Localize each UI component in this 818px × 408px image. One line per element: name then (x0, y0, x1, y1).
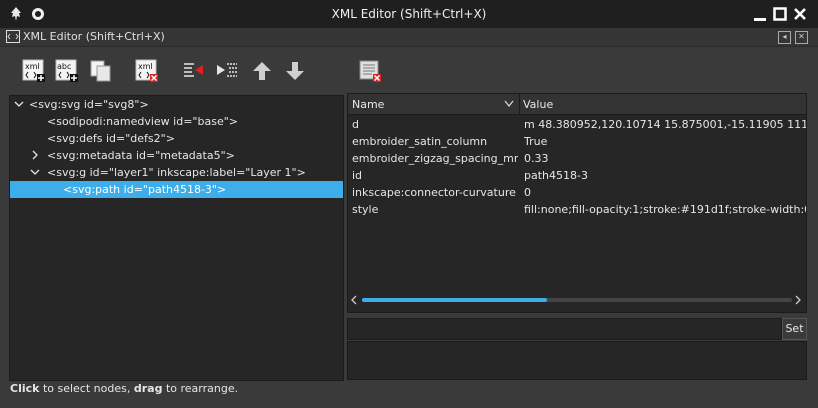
indent-icon (217, 63, 237, 77)
attribute-value[interactable]: fill:none;fill-opacity:1;stroke:#191d1f;… (524, 201, 806, 218)
tree-node-path-selected[interactable]: <svg:path id="path4518-3"> (10, 181, 343, 198)
status-click: Click (10, 382, 40, 395)
attribute-value[interactable]: 0 (524, 184, 531, 201)
sort-chevron-icon[interactable] (504, 100, 514, 108)
tree-node-svg[interactable]: <svg:svg id="svg8"> (10, 96, 343, 113)
close-icon (794, 8, 806, 20)
dock-float-button[interactable]: ◂ (778, 31, 791, 44)
new-element-node-icon: xml (22, 59, 45, 82)
attribute-row[interactable]: embroider_satin_column True (348, 133, 806, 150)
tree-node-layer1[interactable]: <svg:g id="layer1" inkscape:label="Layer… (10, 164, 343, 181)
chevron-down-icon[interactable] (29, 166, 41, 178)
duplicate-node-button[interactable] (89, 59, 113, 83)
status-text-1: to select nodes, (39, 382, 134, 395)
attribute-table-header: Name Value (348, 94, 806, 115)
attribute-value[interactable]: path4518-3 (524, 167, 588, 184)
unindent-node-button[interactable] (182, 59, 206, 83)
tree-node-label: <svg:metadata id="metadata5"> (47, 149, 235, 162)
delete-attribute-button[interactable] (358, 59, 382, 83)
delete-icon-label: xml (138, 62, 153, 71)
raise-node-button[interactable] (250, 59, 274, 83)
scroll-right-icon[interactable] (794, 295, 802, 305)
status-hint: Click to select nodes, drag to rearrange… (10, 382, 238, 395)
delete-node-icon: xml (135, 59, 158, 82)
attribute-value-input[interactable] (347, 318, 782, 340)
attribute-value[interactable]: 0.33 (524, 150, 549, 167)
new-element-node-button[interactable]: xml (22, 59, 46, 83)
tree-node-label: <svg:path id="path4518-3"> (63, 183, 227, 196)
tree-node-label: <svg:defs id="defs2"> (47, 132, 175, 145)
attribute-name: d (352, 118, 359, 131)
new-element-icon-label: xml (25, 62, 40, 71)
attribute-row[interactable]: embroider_zigzag_spacing_mm 0.33 (348, 150, 806, 167)
delete-node-button[interactable]: xml (135, 59, 159, 83)
new-text-node-button[interactable]: abc (55, 59, 79, 83)
horizontal-scrollbar[interactable] (348, 293, 806, 307)
column-separator[interactable] (519, 94, 520, 114)
attribute-row[interactable]: id path4518-3 (348, 167, 806, 184)
attribute-name: id (352, 169, 363, 182)
indent-node-button[interactable] (215, 59, 239, 83)
delete-attribute-icon (359, 60, 381, 82)
dock-header: XML Editor (Shift+Ctrl+X) ◂ ✕ (0, 28, 818, 47)
float-icon: ◂ (782, 32, 787, 41)
column-header-name[interactable]: Name (352, 98, 384, 111)
column-header-value[interactable]: Value (523, 98, 553, 111)
attribute-value[interactable]: m 48.380952,120.10714 15.875001,-15.1190… (524, 116, 806, 133)
tree-node-metadata[interactable]: <svg:metadata id="metadata5"> (10, 147, 343, 164)
attribute-name: embroider_zigzag_spacing_mm (352, 152, 518, 165)
unindent-icon (184, 63, 203, 77)
attribute-value-textarea[interactable] (347, 341, 807, 380)
new-text-node-icon: abc (55, 59, 78, 82)
status-text-2: to rearrange. (162, 382, 239, 395)
minimize-icon (754, 18, 766, 21)
tree-node-label: <svg:svg id="svg8"> (29, 98, 149, 111)
attribute-row[interactable]: d m 48.380952,120.10714 15.875001,-15.11… (348, 116, 806, 133)
dock-title: XML Editor (Shift+Ctrl+X) (23, 30, 165, 43)
xml-toolbar: xml abc xml (0, 47, 818, 93)
arrow-up-icon (253, 62, 271, 80)
window-title: XML Editor (Shift+Ctrl+X) (331, 7, 487, 21)
attribute-name: inkscape:connector-curvature (352, 186, 516, 199)
attribute-row[interactable]: inkscape:connector-curvature 0 (348, 184, 806, 201)
close-icon: ✕ (798, 32, 805, 41)
tree-node-label: <svg:g id="layer1" inkscape:label="Layer… (47, 166, 306, 179)
scroll-left-icon[interactable] (350, 295, 358, 305)
arrow-down-icon (286, 62, 304, 80)
window-titlebar: XML Editor (Shift+Ctrl+X) (0, 0, 818, 28)
lower-node-button[interactable] (283, 59, 307, 83)
attribute-table[interactable]: Name Value d m 48.380952,120.10714 15.87… (347, 93, 807, 313)
scrollbar-thumb[interactable] (362, 298, 547, 302)
attribute-name: style (352, 203, 379, 216)
attribute-value[interactable]: True (524, 133, 547, 150)
chevron-down-icon[interactable] (13, 98, 25, 110)
dock-close-button[interactable]: ✕ (795, 31, 808, 44)
attribute-name: embroider_satin_column (352, 135, 488, 148)
set-value-button[interactable]: Set (782, 318, 807, 340)
tree-node-namedview[interactable]: <sodipodi:namedview id="base"> (10, 113, 343, 130)
minimize-button[interactable] (750, 4, 770, 24)
tree-node-defs[interactable]: <svg:defs id="defs2"> (10, 130, 343, 147)
tree-node-label: <sodipodi:namedview id="base"> (47, 115, 238, 128)
xml-editor-icon (6, 30, 20, 43)
xml-node-tree[interactable]: <svg:svg id="svg8"> <sodipodi:namedview … (9, 95, 344, 381)
attribute-row[interactable]: style fill:none;fill-opacity:1;stroke:#1… (348, 201, 806, 218)
chevron-right-icon[interactable] (29, 149, 41, 161)
close-button[interactable] (790, 4, 810, 24)
status-drag: drag (133, 382, 163, 395)
maximize-icon (773, 7, 787, 21)
new-text-icon-label: abc (57, 62, 71, 71)
maximize-button[interactable] (770, 4, 790, 24)
duplicate-node-icon (90, 60, 111, 82)
